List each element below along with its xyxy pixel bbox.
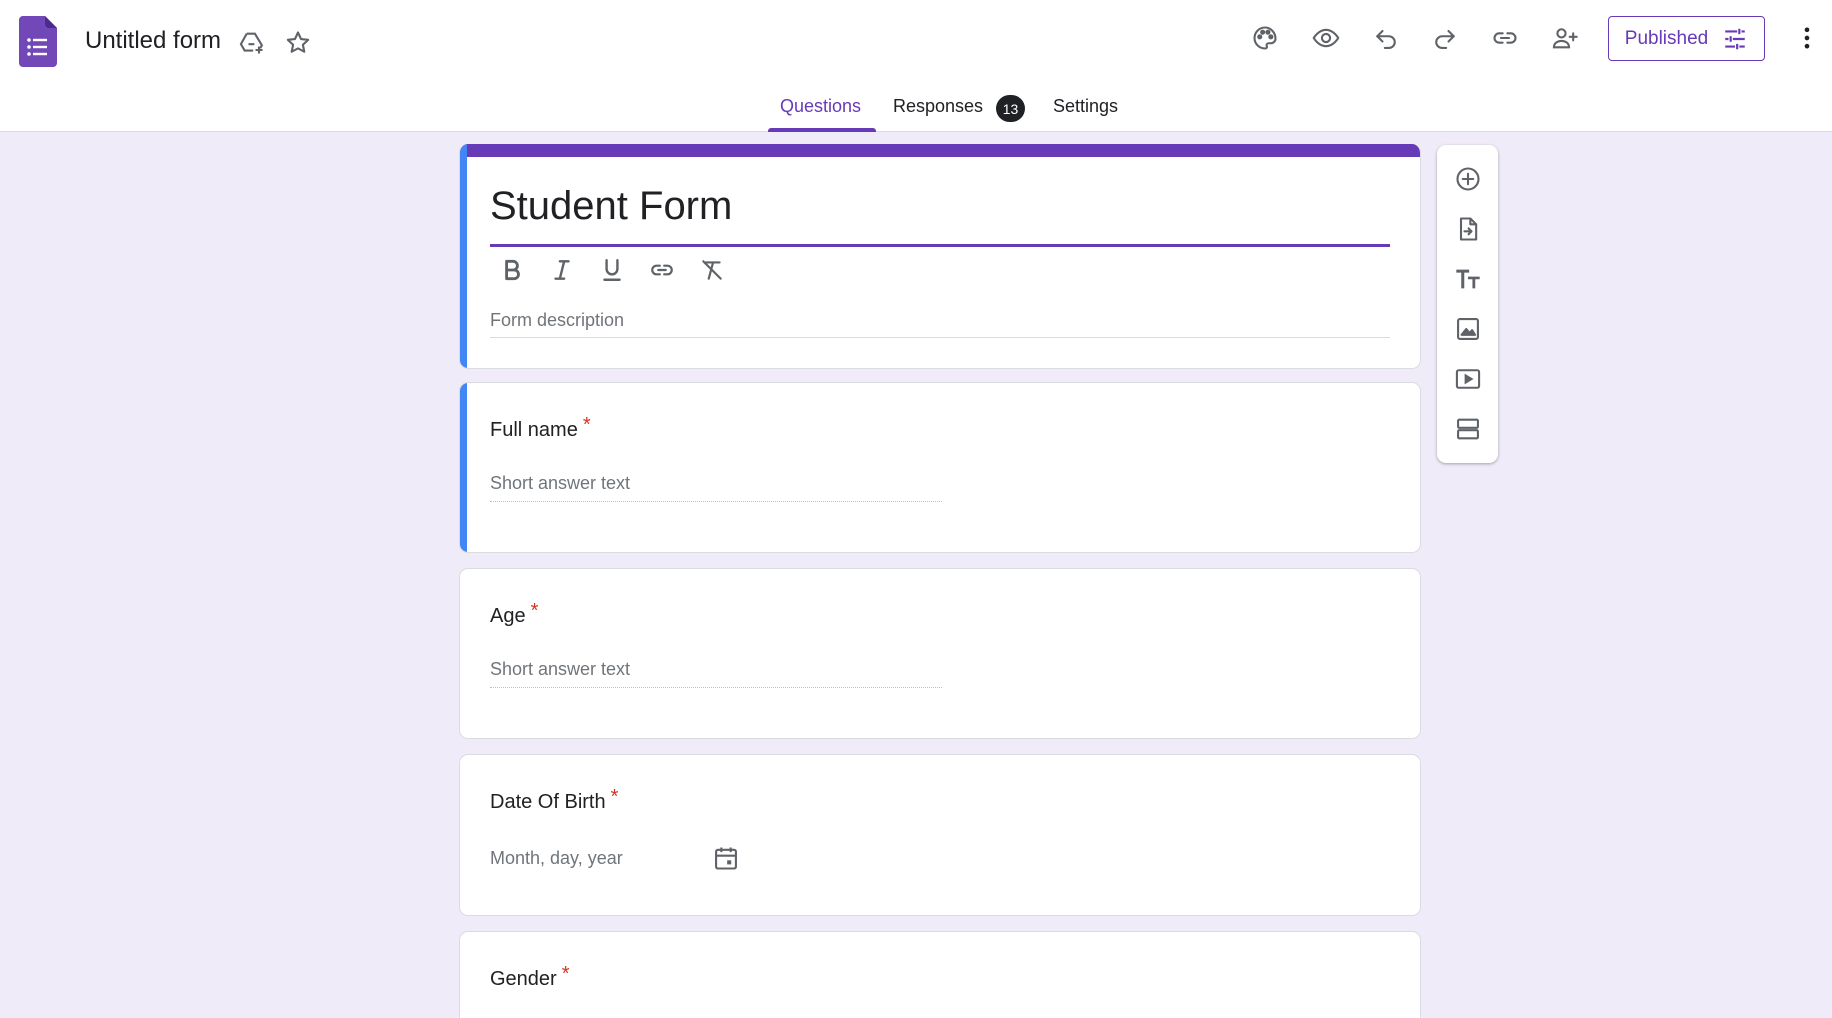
drive-add-icon[interactable] [234,25,270,61]
form-description-input[interactable]: Form description [490,310,1390,338]
tab-settings[interactable]: Settings [1053,96,1118,117]
tab-bar: Questions Responses Settings [0,88,1832,132]
import-questions-icon[interactable] [1451,212,1485,246]
question-title-text: Date Of Birth [490,791,606,813]
question-title-text: Gender [490,968,557,990]
bold-icon[interactable] [498,256,526,284]
add-section-icon[interactable] [1451,412,1485,446]
add-question-icon[interactable] [1451,162,1485,196]
app-header: Untitled form Published Questions Respon… [0,0,1832,132]
question-card[interactable]: Gender * [459,931,1421,1018]
document-title[interactable]: Untitled form [85,27,221,55]
question-title: Full name * [490,414,591,442]
question-title: Date Of Birth * [490,786,618,814]
add-image-icon[interactable] [1451,312,1485,346]
focus-indicator [460,144,467,368]
italic-icon[interactable] [548,256,576,284]
question-title: Gender * [490,963,570,991]
active-tab-indicator [768,128,876,132]
add-title-icon[interactable] [1451,262,1485,296]
link-icon[interactable] [1487,20,1523,56]
clear-format-icon[interactable] [698,256,726,284]
add-video-icon[interactable] [1451,362,1485,396]
eye-icon[interactable] [1308,20,1344,56]
tab-questions[interactable]: Questions [780,96,861,117]
underline-icon[interactable] [598,256,626,284]
required-asterisk: * [610,786,619,808]
date-field: Month, day, year [490,848,623,868]
question-title: Age * [490,600,538,628]
question-card[interactable]: Age * Short answer text [459,568,1421,739]
title-underline [490,244,1390,247]
palette-icon[interactable] [1247,20,1283,56]
google-forms-logo[interactable] [19,16,57,67]
question-card[interactable]: Full name * Short answer text [459,382,1421,553]
form-title-card[interactable]: Student Form Form description [459,144,1421,369]
form-title-input[interactable]: Student Form [490,184,732,229]
format-toolbar [498,256,726,284]
star-icon[interactable] [280,25,316,61]
add-item-toolbar [1437,145,1498,463]
question-title-text: Age [490,605,526,627]
tune-icon [1725,28,1745,49]
undo-icon[interactable] [1368,20,1404,56]
required-asterisk: * [561,963,570,985]
redo-icon[interactable] [1427,20,1463,56]
required-asterisk: * [582,414,591,436]
theme-color-band [460,144,1420,157]
link-icon[interactable] [648,256,676,284]
add-collaborator-icon[interactable] [1547,20,1583,56]
question-card[interactable]: Date Of Birth * Month, day, year [459,754,1421,916]
short-answer-field: Short answer text [490,659,942,688]
tab-responses[interactable]: Responses [893,96,983,117]
short-answer-field: Short answer text [490,473,942,502]
published-button[interactable]: Published [1608,16,1765,61]
focus-indicator [460,383,467,552]
published-label: Published [1624,27,1709,49]
question-title-text: Full name [490,419,578,441]
responses-count-badge: 13 [996,95,1025,122]
calendar-icon[interactable] [712,844,740,872]
required-asterisk: * [530,600,539,622]
more-vert-icon[interactable] [1790,20,1824,56]
